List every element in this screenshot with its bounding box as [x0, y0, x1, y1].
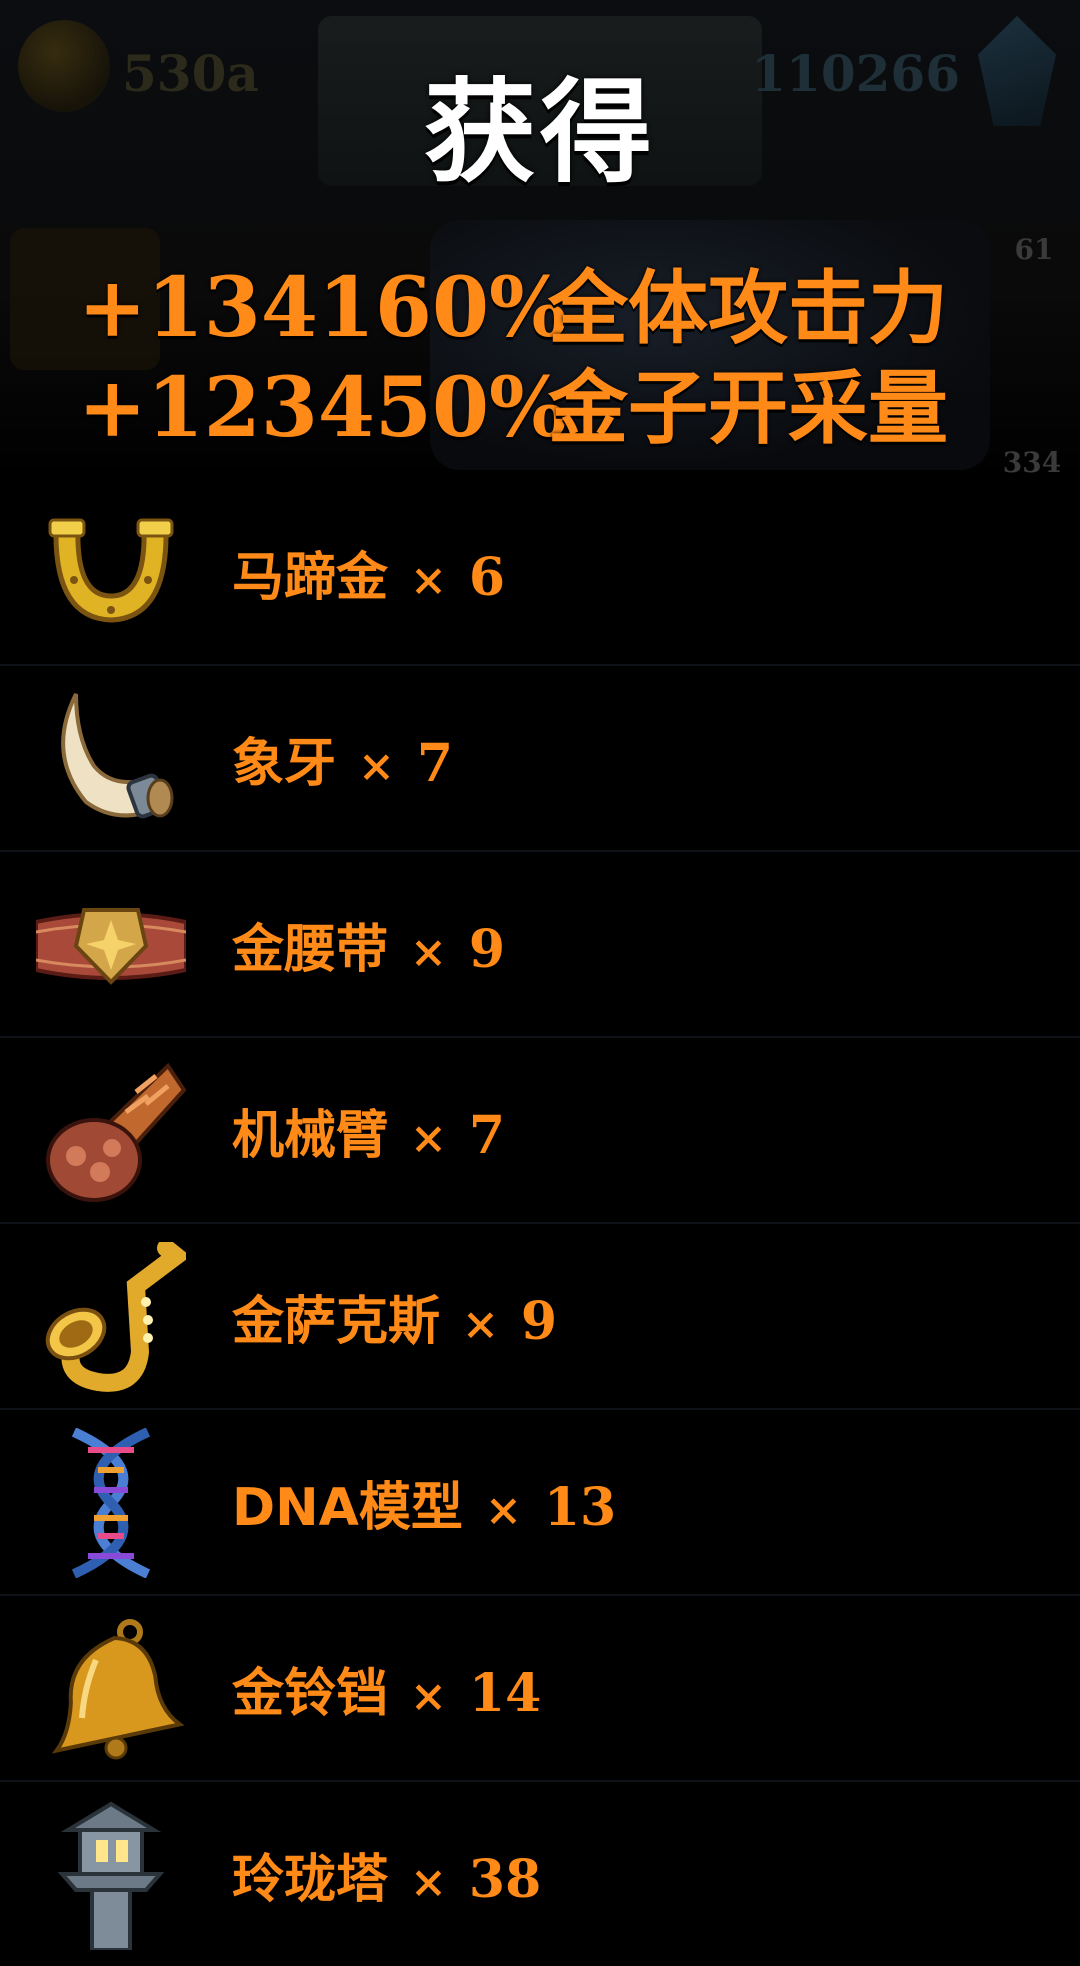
- item-count: 7: [468, 1105, 506, 1166]
- reward-item: 金腰带 × 9: [0, 850, 1080, 1036]
- reward-item: 玲珑塔 × 38: [0, 1780, 1080, 1966]
- item-name: 金铃铛: [232, 1664, 389, 1724]
- reward-item: 金萨克斯 × 9: [0, 1222, 1080, 1408]
- multiply-sign: ×: [410, 1113, 447, 1164]
- ivory-tusk-icon: [36, 684, 186, 834]
- reward-item: 象牙 × 7: [0, 664, 1080, 850]
- reward-label: 玲珑塔 × 38: [232, 1840, 541, 1920]
- gold-belt-icon: [36, 870, 186, 1020]
- reward-label: 象牙 × 7: [232, 724, 453, 804]
- multiply-sign: ×: [484, 1485, 522, 1536]
- count-badge: 334: [1002, 446, 1062, 479]
- item-count: 7: [416, 733, 454, 794]
- multiply-sign: ×: [462, 1299, 499, 1350]
- reward-item: DNA模型 × 13: [0, 1408, 1080, 1594]
- reward-label: DNA模型 × 13: [232, 1468, 616, 1548]
- item-name: 金腰带: [232, 920, 389, 980]
- multiply-sign: ×: [410, 1671, 447, 1722]
- reward-item: 金铃铛 × 14: [0, 1594, 1080, 1780]
- saxophone-icon: [36, 1242, 186, 1392]
- item-name: 玲珑塔: [232, 1850, 389, 1910]
- reward-label: 机械臂 × 7: [232, 1096, 505, 1176]
- item-name: 象牙: [232, 734, 337, 794]
- horseshoe-icon: [36, 498, 186, 648]
- reward-label: 马蹄金 × 6: [232, 538, 505, 618]
- item-count: 9: [468, 919, 506, 980]
- item-count: 14: [468, 1663, 542, 1724]
- bonus-value: +134160%: [78, 260, 567, 356]
- dna-icon: [36, 1428, 186, 1578]
- item-name: 金萨克斯: [232, 1292, 441, 1352]
- reward-list: 马蹄金 × 6 象牙 × 7 金腰带 × 9 机械臂 × 7 金萨克斯 × 9 …: [0, 480, 1080, 1966]
- item-name: DNA模型: [232, 1478, 463, 1538]
- reward-label: 金铃铛 × 14: [232, 1654, 541, 1734]
- item-count: 6: [468, 547, 506, 608]
- item-count: 38: [468, 1849, 542, 1910]
- item-name: 机械臂: [232, 1106, 389, 1166]
- reward-label: 金萨克斯 × 9: [232, 1282, 557, 1362]
- mechanical-arm-icon: [36, 1056, 186, 1206]
- bonus-stat: 金子开采量: [548, 362, 948, 455]
- multiply-sign: ×: [410, 1857, 447, 1908]
- item-count: 9: [520, 1291, 558, 1352]
- reward-item: 马蹄金 × 6: [0, 480, 1080, 664]
- bonus-line-attack: +134160%全体攻击力: [78, 244, 1018, 356]
- pagoda-lantern-icon: [36, 1800, 186, 1950]
- multiply-sign: ×: [410, 927, 447, 978]
- reward-label: 金腰带 × 9: [232, 910, 505, 990]
- bonus-value: +123450%: [78, 360, 567, 456]
- bonus-stat: 全体攻击力: [548, 262, 948, 355]
- bonus-line-gold: +123450%金子开采量: [78, 344, 1018, 456]
- multiply-sign: ×: [358, 741, 395, 792]
- item-count: 13: [543, 1477, 617, 1538]
- page-title: 获得: [424, 68, 656, 198]
- bell-icon: [36, 1614, 186, 1764]
- reward-item: 机械臂 × 7: [0, 1036, 1080, 1222]
- item-name: 马蹄金: [232, 548, 389, 608]
- multiply-sign: ×: [410, 555, 447, 606]
